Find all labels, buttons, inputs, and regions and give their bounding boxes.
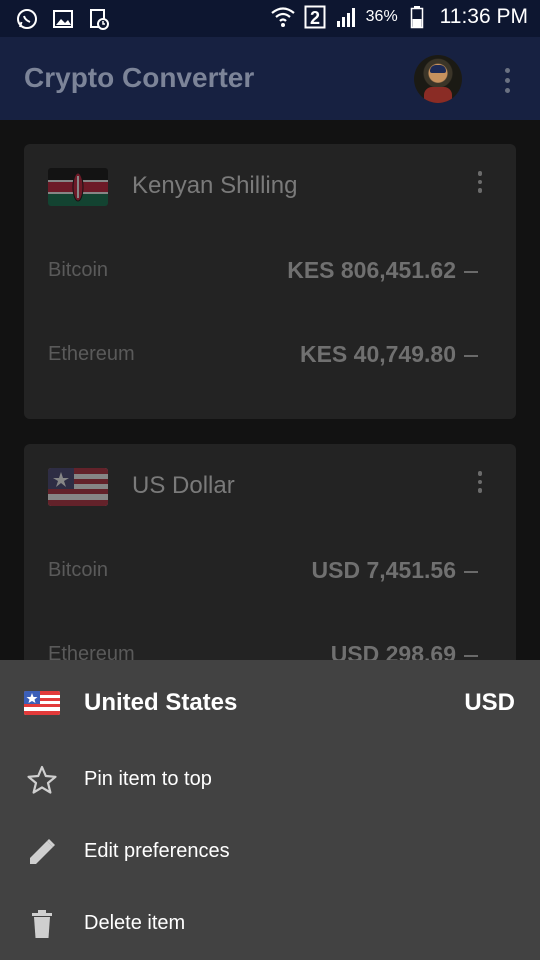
crypto-label: Bitcoin (48, 559, 109, 581)
star-outline-icon (26, 764, 58, 796)
pin-to-top-button[interactable]: Pin item to top (0, 744, 540, 816)
crypto-label: Bitcoin (48, 259, 109, 281)
overflow-menu-icon[interactable] (492, 65, 522, 95)
us-flag-icon (24, 691, 60, 715)
conversion-value: KES 806,451.62 (287, 257, 456, 283)
trend-flat-icon (464, 355, 478, 357)
us-flag-icon (48, 468, 108, 506)
trend-flat-icon (464, 655, 478, 657)
sheet-header: United States USD (0, 660, 540, 746)
sim-2-icon: 2 (302, 4, 328, 30)
card-title: US Dollar (132, 472, 235, 499)
conversion-row: Bitcoin KES 806,451.62 (24, 251, 516, 291)
delete-item-button[interactable]: Delete item (0, 888, 540, 960)
clock: 11:36 PM (439, 5, 528, 28)
crypto-label: Ethereum (48, 343, 135, 365)
trend-flat-icon (464, 271, 478, 273)
conversion-value: USD 7,451.56 (311, 557, 456, 583)
gallery-icon (50, 6, 76, 32)
signal-icon (334, 4, 360, 30)
status-bar: 2 36% 11:36 PM (0, 0, 540, 37)
battery-icon (404, 4, 430, 30)
sim-label: 2 (310, 8, 320, 28)
pin-to-top-label: Pin item to top (84, 768, 212, 790)
whatsapp-icon (14, 6, 40, 32)
clipboard-icon (86, 6, 112, 32)
delete-item-label: Delete item (84, 912, 186, 934)
wifi-icon (270, 4, 296, 30)
sheet-currency-code: USD (464, 689, 515, 716)
app-bar: Crypto Converter (0, 37, 540, 120)
edit-preferences-label: Edit preferences (84, 840, 230, 862)
avatar[interactable] (414, 55, 462, 103)
conversion-value: KES 40,749.80 (299, 341, 456, 367)
card-menu-icon[interactable] (472, 471, 488, 501)
trend-flat-icon (464, 571, 478, 573)
currency-card[interactable]: Kenyan Shilling Bitcoin KES 806,451.62 E… (24, 144, 516, 419)
pencil-icon (26, 836, 58, 868)
trash-icon (26, 908, 58, 940)
kenya-flag-icon (48, 168, 108, 206)
battery-percent: 36% (365, 8, 398, 25)
bottom-sheet: United States USD Pin item to top Edit p… (0, 660, 540, 960)
conversion-row: Ethereum KES 40,749.80 (24, 335, 516, 375)
card-menu-icon[interactable] (472, 171, 488, 201)
sheet-country: United States (84, 689, 238, 716)
card-title: Kenyan Shilling (132, 172, 298, 199)
edit-preferences-button[interactable]: Edit preferences (0, 816, 540, 888)
conversion-row: Bitcoin USD 7,451.56 (24, 551, 516, 591)
app-title: Crypto Converter (24, 62, 255, 93)
